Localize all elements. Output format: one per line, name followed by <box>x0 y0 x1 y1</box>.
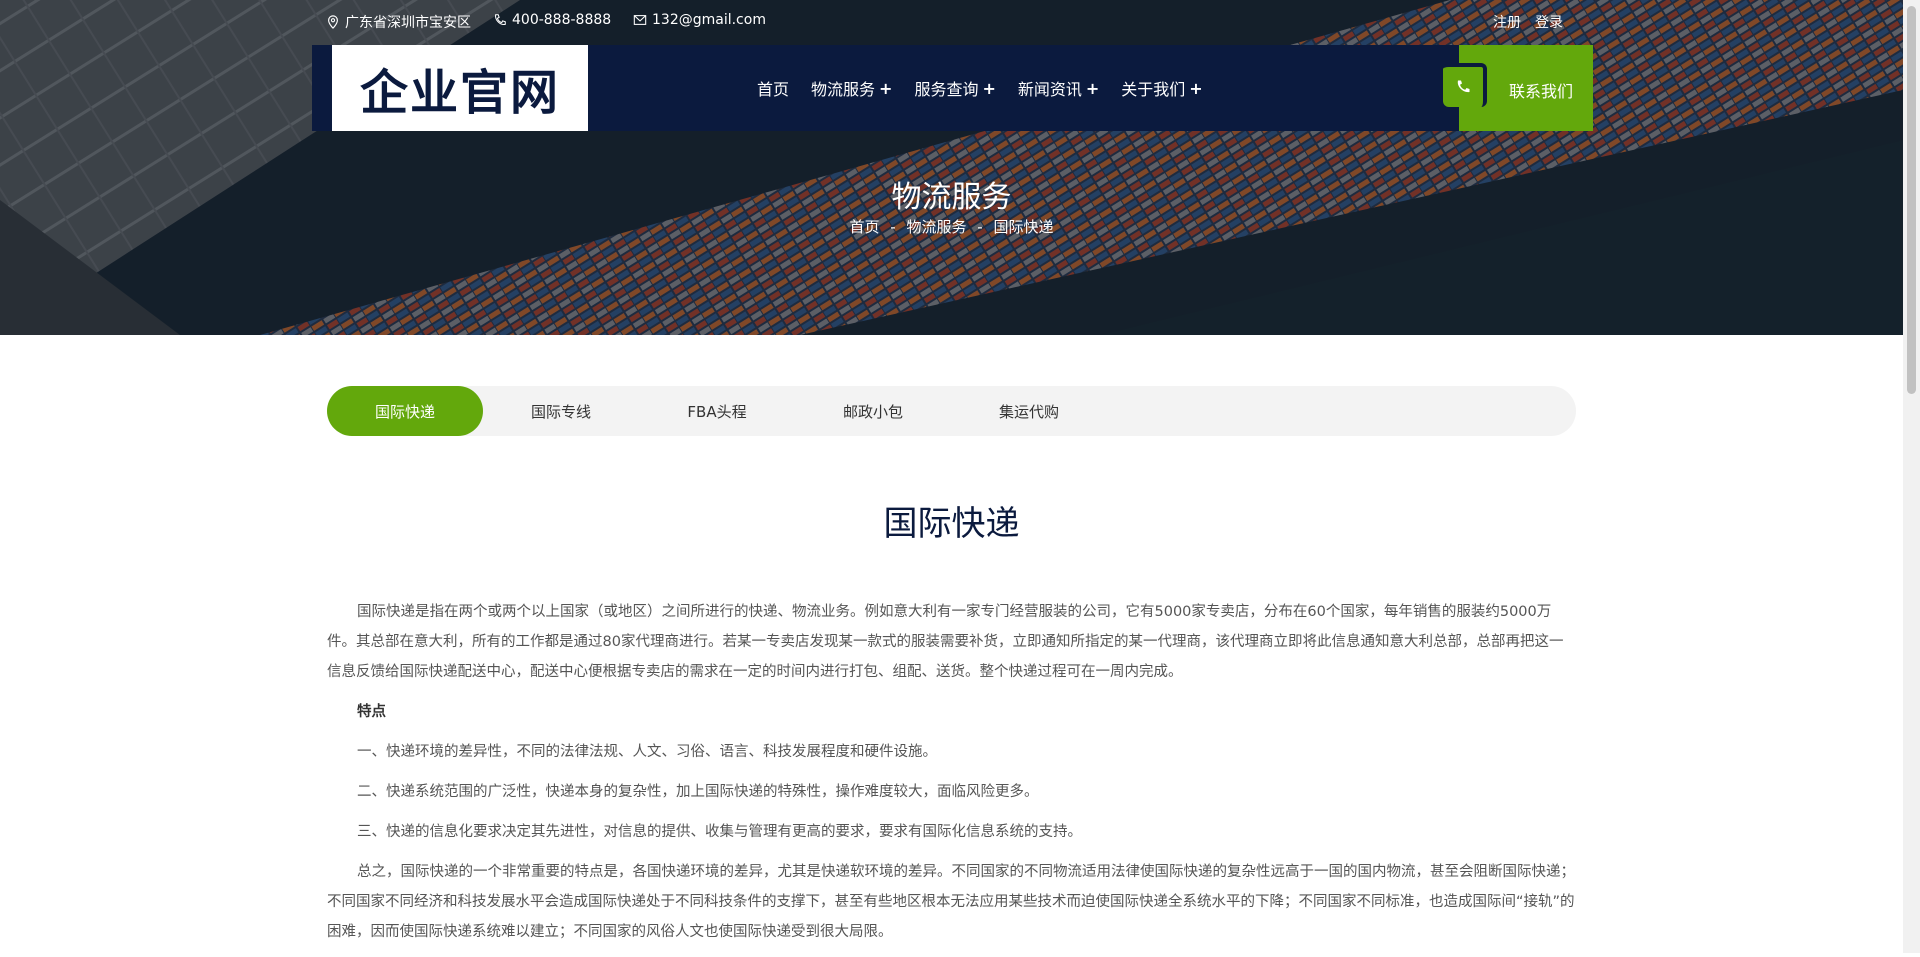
breadcrumb-separator: - <box>977 218 983 236</box>
phone-text: 400-888-8888 <box>512 12 612 28</box>
scrollbar-thumb[interactable] <box>1907 6 1916 394</box>
nav-item-about[interactable]: 关于我们 + <box>1121 76 1202 100</box>
top-info-bar: 广东省深圳市宝安区 400-888-8888 132@gmail.com 注册 … <box>326 12 1563 34</box>
email-text: 132@gmail.com <box>652 12 766 28</box>
nav-item-service-query[interactable]: 服务查询 + <box>914 76 995 100</box>
main-menu: 首页 物流服务 + 服务查询 + 新闻资讯 + 关于我们 + <box>757 45 1203 131</box>
tab-fba[interactable]: FBA头程 <box>639 386 795 436</box>
nav-item-label: 关于我们 <box>1121 80 1186 99</box>
login-link[interactable]: 登录 <box>1535 12 1563 32</box>
article-paragraph: 国际快递是指在两个或两个以上国家（或地区）之间所进行的快递、物流业务。例如意大利… <box>327 604 1564 680</box>
phone-icon <box>495 14 506 25</box>
article-paragraph: 二、快递系统范围的广泛性，快递本身的复杂性，加上国际快递的特殊性，操作难度较大，… <box>357 784 1039 800</box>
tab-postal-parcel[interactable]: 邮政小包 <box>795 386 951 436</box>
article-paragraph: 三、快递的信息化要求决定其先进性，对信息的提供、收集与管理有更高的要求，要求有国… <box>357 824 1082 840</box>
article-paragraph: 一、快递环境的差异性，不同的法律法规、人文、习俗、语言、科技发展程度和硬件设施。 <box>357 744 937 760</box>
breadcrumb-logistics[interactable]: 物流服务 <box>906 218 966 236</box>
auth-links: 注册 登录 <box>1493 12 1563 32</box>
site-logo[interactable]: 企业官网 <box>332 45 588 131</box>
hero-banner: 广东省深圳市宝安区 400-888-8888 132@gmail.com 注册 … <box>0 0 1903 335</box>
nav-item-label: 服务查询 <box>914 80 979 99</box>
logo-text: 企业官网 <box>359 65 560 121</box>
page-title: 物流服务 <box>891 180 1012 215</box>
contact-us-label: 联系我们 <box>1509 82 1574 101</box>
article-title: 国际快递 <box>883 504 1020 544</box>
article-content: 国际快递是指在两个或两个以上国家（或地区）之间所进行的快递、物流业务。例如意大利… <box>327 597 1576 957</box>
nav-item-logistics[interactable]: 物流服务 + <box>811 76 892 100</box>
article-subheading: 特点 <box>357 704 386 720</box>
nav-item-news[interactable]: 新闻资讯 + <box>1018 76 1099 100</box>
address-info: 广东省深圳市宝安区 <box>326 12 471 32</box>
nav-item-label: 物流服务 <box>811 80 876 99</box>
breadcrumb-current[interactable]: 国际快递 <box>993 218 1053 236</box>
tab-consolidation[interactable]: 集运代购 <box>951 386 1107 436</box>
address-text: 广东省深圳市宝安区 <box>345 15 471 31</box>
article-paragraph: 总之，国际快递的一个非常重要的特点是，各国快递环境的差异，尤其是快递软环境的差异… <box>327 864 1575 940</box>
register-link[interactable]: 注册 <box>1493 12 1521 32</box>
plus-icon: + <box>879 78 893 98</box>
nav-item-label: 首页 <box>757 80 790 99</box>
main-navbar: 企业官网 首页 物流服务 + 服务查询 + 新闻资讯 + 关于我们 + 联系我们 <box>312 45 1593 131</box>
envelope-icon <box>633 15 647 25</box>
plus-icon: + <box>1085 78 1100 98</box>
contact-us-button[interactable]: 联系我们 <box>1443 45 1593 131</box>
phone-handset-icon <box>1443 63 1487 107</box>
phone-info: 400-888-8888 <box>493 12 611 28</box>
tab-international-line[interactable]: 国际专线 <box>483 386 639 436</box>
breadcrumb-separator: - <box>890 218 896 236</box>
map-pin-icon <box>328 15 338 29</box>
plus-icon: + <box>982 78 996 98</box>
page-scrollbar[interactable] <box>1903 0 1920 953</box>
service-tabs: 国际快递 国际专线 FBA头程 邮政小包 集运代购 <box>327 386 1576 436</box>
plus-icon: + <box>1189 78 1203 98</box>
email-info: 132@gmail.com <box>633 12 766 28</box>
breadcrumb: 首页 - 物流服务 - 国际快递 <box>0 216 1903 237</box>
nav-item-label: 新闻资讯 <box>1017 80 1082 99</box>
breadcrumb-home[interactable]: 首页 <box>849 218 879 236</box>
nav-item-home[interactable]: 首页 <box>757 76 789 100</box>
tab-international-express[interactable]: 国际快递 <box>327 386 483 436</box>
